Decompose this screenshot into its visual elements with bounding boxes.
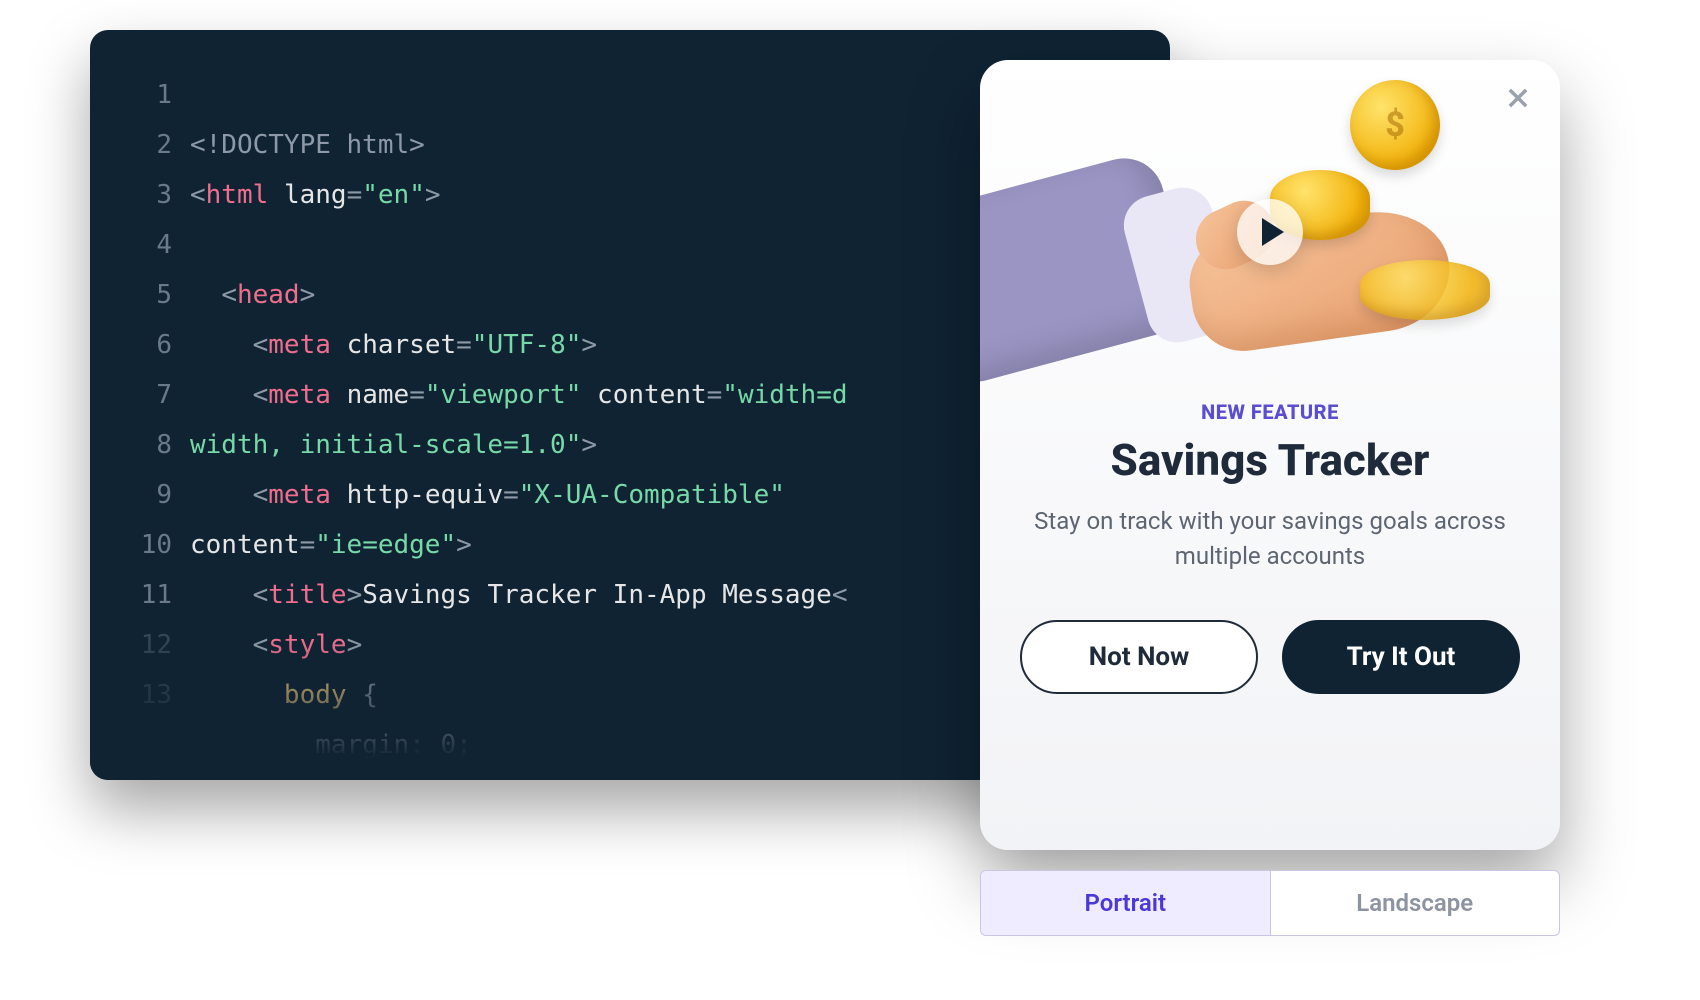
- play-button[interactable]: [1237, 199, 1303, 265]
- line-number: 13: [90, 670, 190, 720]
- code-line: <!DOCTYPE html>: [190, 130, 425, 160]
- code-line: margin: 0;: [190, 730, 472, 760]
- preview-modal: NEW FEATURE Savings Tracker Stay on trac…: [980, 60, 1560, 850]
- code-line: <meta charset="UTF-8">: [190, 330, 597, 360]
- line-number: 1: [90, 70, 190, 120]
- coin-icon: [1360, 260, 1490, 320]
- code-line: <meta http-equiv="X-UA-Compatible": [190, 480, 785, 510]
- button-row: Not Now Try It Out: [980, 620, 1560, 694]
- hero-illustration: [980, 60, 1560, 390]
- modal-title: Savings Tracker: [980, 434, 1560, 486]
- orientation-landscape[interactable]: Landscape: [1270, 871, 1560, 935]
- code-line: <style>: [190, 630, 362, 660]
- line-number: 8: [90, 420, 190, 470]
- code-line: body {: [190, 680, 378, 710]
- line-number: 5: [90, 270, 190, 320]
- code-line: <title>Savings Tracker In-App Message<: [190, 580, 847, 610]
- doctype: <!DOCTYPE html>: [190, 130, 425, 160]
- line-number-gutter: 1 2 3 4 5 6 7 8 9 10 11 12 13: [90, 30, 190, 780]
- code-line: width, initial-scale=1.0">: [190, 430, 597, 460]
- line-number: 10: [90, 520, 190, 570]
- code-line: content="ie=edge">: [190, 530, 472, 560]
- not-now-button[interactable]: Not Now: [1020, 620, 1258, 694]
- line-number: 9: [90, 470, 190, 520]
- line-number: 3: [90, 170, 190, 220]
- line-number: 2: [90, 120, 190, 170]
- orientation-toggle: Portrait Landscape: [980, 870, 1560, 936]
- line-number: 4: [90, 220, 190, 270]
- coin-icon: [1350, 80, 1440, 170]
- line-number: 11: [90, 570, 190, 620]
- code-line: <head>: [190, 280, 315, 310]
- orientation-portrait[interactable]: Portrait: [981, 871, 1270, 935]
- line-number: 12: [90, 620, 190, 670]
- try-it-out-button[interactable]: Try It Out: [1282, 620, 1520, 694]
- code-line: <meta name="viewport" content="width=d: [190, 380, 848, 410]
- modal-description: Stay on track with your savings goals ac…: [1022, 504, 1518, 574]
- line-number: 7: [90, 370, 190, 420]
- code-line: <html lang="en">: [190, 180, 441, 210]
- eyebrow-label: NEW FEATURE: [980, 400, 1560, 424]
- line-number: 6: [90, 320, 190, 370]
